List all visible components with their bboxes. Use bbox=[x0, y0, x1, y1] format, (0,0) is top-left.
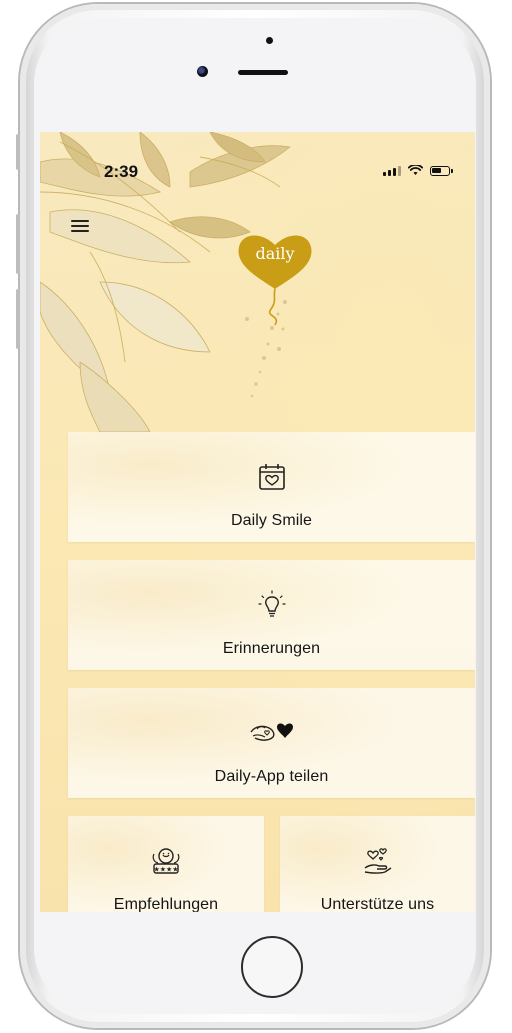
stars-badge-icon: ★★★★ bbox=[152, 848, 180, 874]
heart-hands-icon bbox=[249, 723, 293, 741]
status-time: 2:39 bbox=[104, 162, 139, 181]
wifi-icon bbox=[408, 165, 423, 175]
hamburger-menu-icon[interactable] bbox=[71, 220, 89, 234]
menu-card-erinnerungen[interactable]: Erinnerungen bbox=[68, 560, 475, 670]
card-label-daily-smile: Daily Smile bbox=[230, 512, 313, 529]
menu-card-unterstuetze-uns[interactable]: Unterstütze uns bbox=[280, 816, 475, 912]
status-icons bbox=[383, 165, 453, 176]
battery-tip bbox=[451, 168, 453, 173]
lightbulb-icon bbox=[257, 590, 286, 617]
logo-text: daily bbox=[255, 244, 294, 263]
svg-text:★★★★: ★★★★ bbox=[153, 866, 178, 874]
volume-down-button bbox=[16, 289, 20, 349]
card-label-unterstuetze-uns: Unterstütze uns bbox=[320, 896, 435, 912]
front-camera bbox=[197, 66, 208, 77]
menu-card-daily-smile[interactable]: Daily Smile bbox=[68, 432, 475, 542]
app-screen: 2:39 daily Daily Smile Erinnerungen Dail… bbox=[40, 132, 475, 912]
proximity-sensor bbox=[266, 37, 273, 44]
cellular-signal-icon bbox=[383, 165, 401, 176]
card-label-daily-app-teilen: Daily-App teilen bbox=[214, 768, 329, 785]
calendar-heart-icon bbox=[258, 464, 285, 490]
mute-switch bbox=[16, 134, 20, 170]
hand-hearts-icon bbox=[364, 848, 391, 874]
volume-up-button bbox=[16, 214, 20, 274]
battery-icon bbox=[430, 165, 450, 176]
menu-card-daily-app-teilen[interactable]: Daily-App teilen bbox=[68, 688, 475, 798]
card-label-empfehlungen: Empfehlungen bbox=[113, 896, 219, 912]
card-label-erinnerungen: Erinnerungen bbox=[222, 640, 321, 657]
earpiece-speaker bbox=[238, 70, 288, 75]
menu-card-empfehlungen[interactable]: ★★★★ Empfehlungen bbox=[68, 816, 264, 912]
daily-balloon-logo: daily bbox=[238, 235, 312, 351]
home-button[interactable] bbox=[241, 936, 303, 998]
